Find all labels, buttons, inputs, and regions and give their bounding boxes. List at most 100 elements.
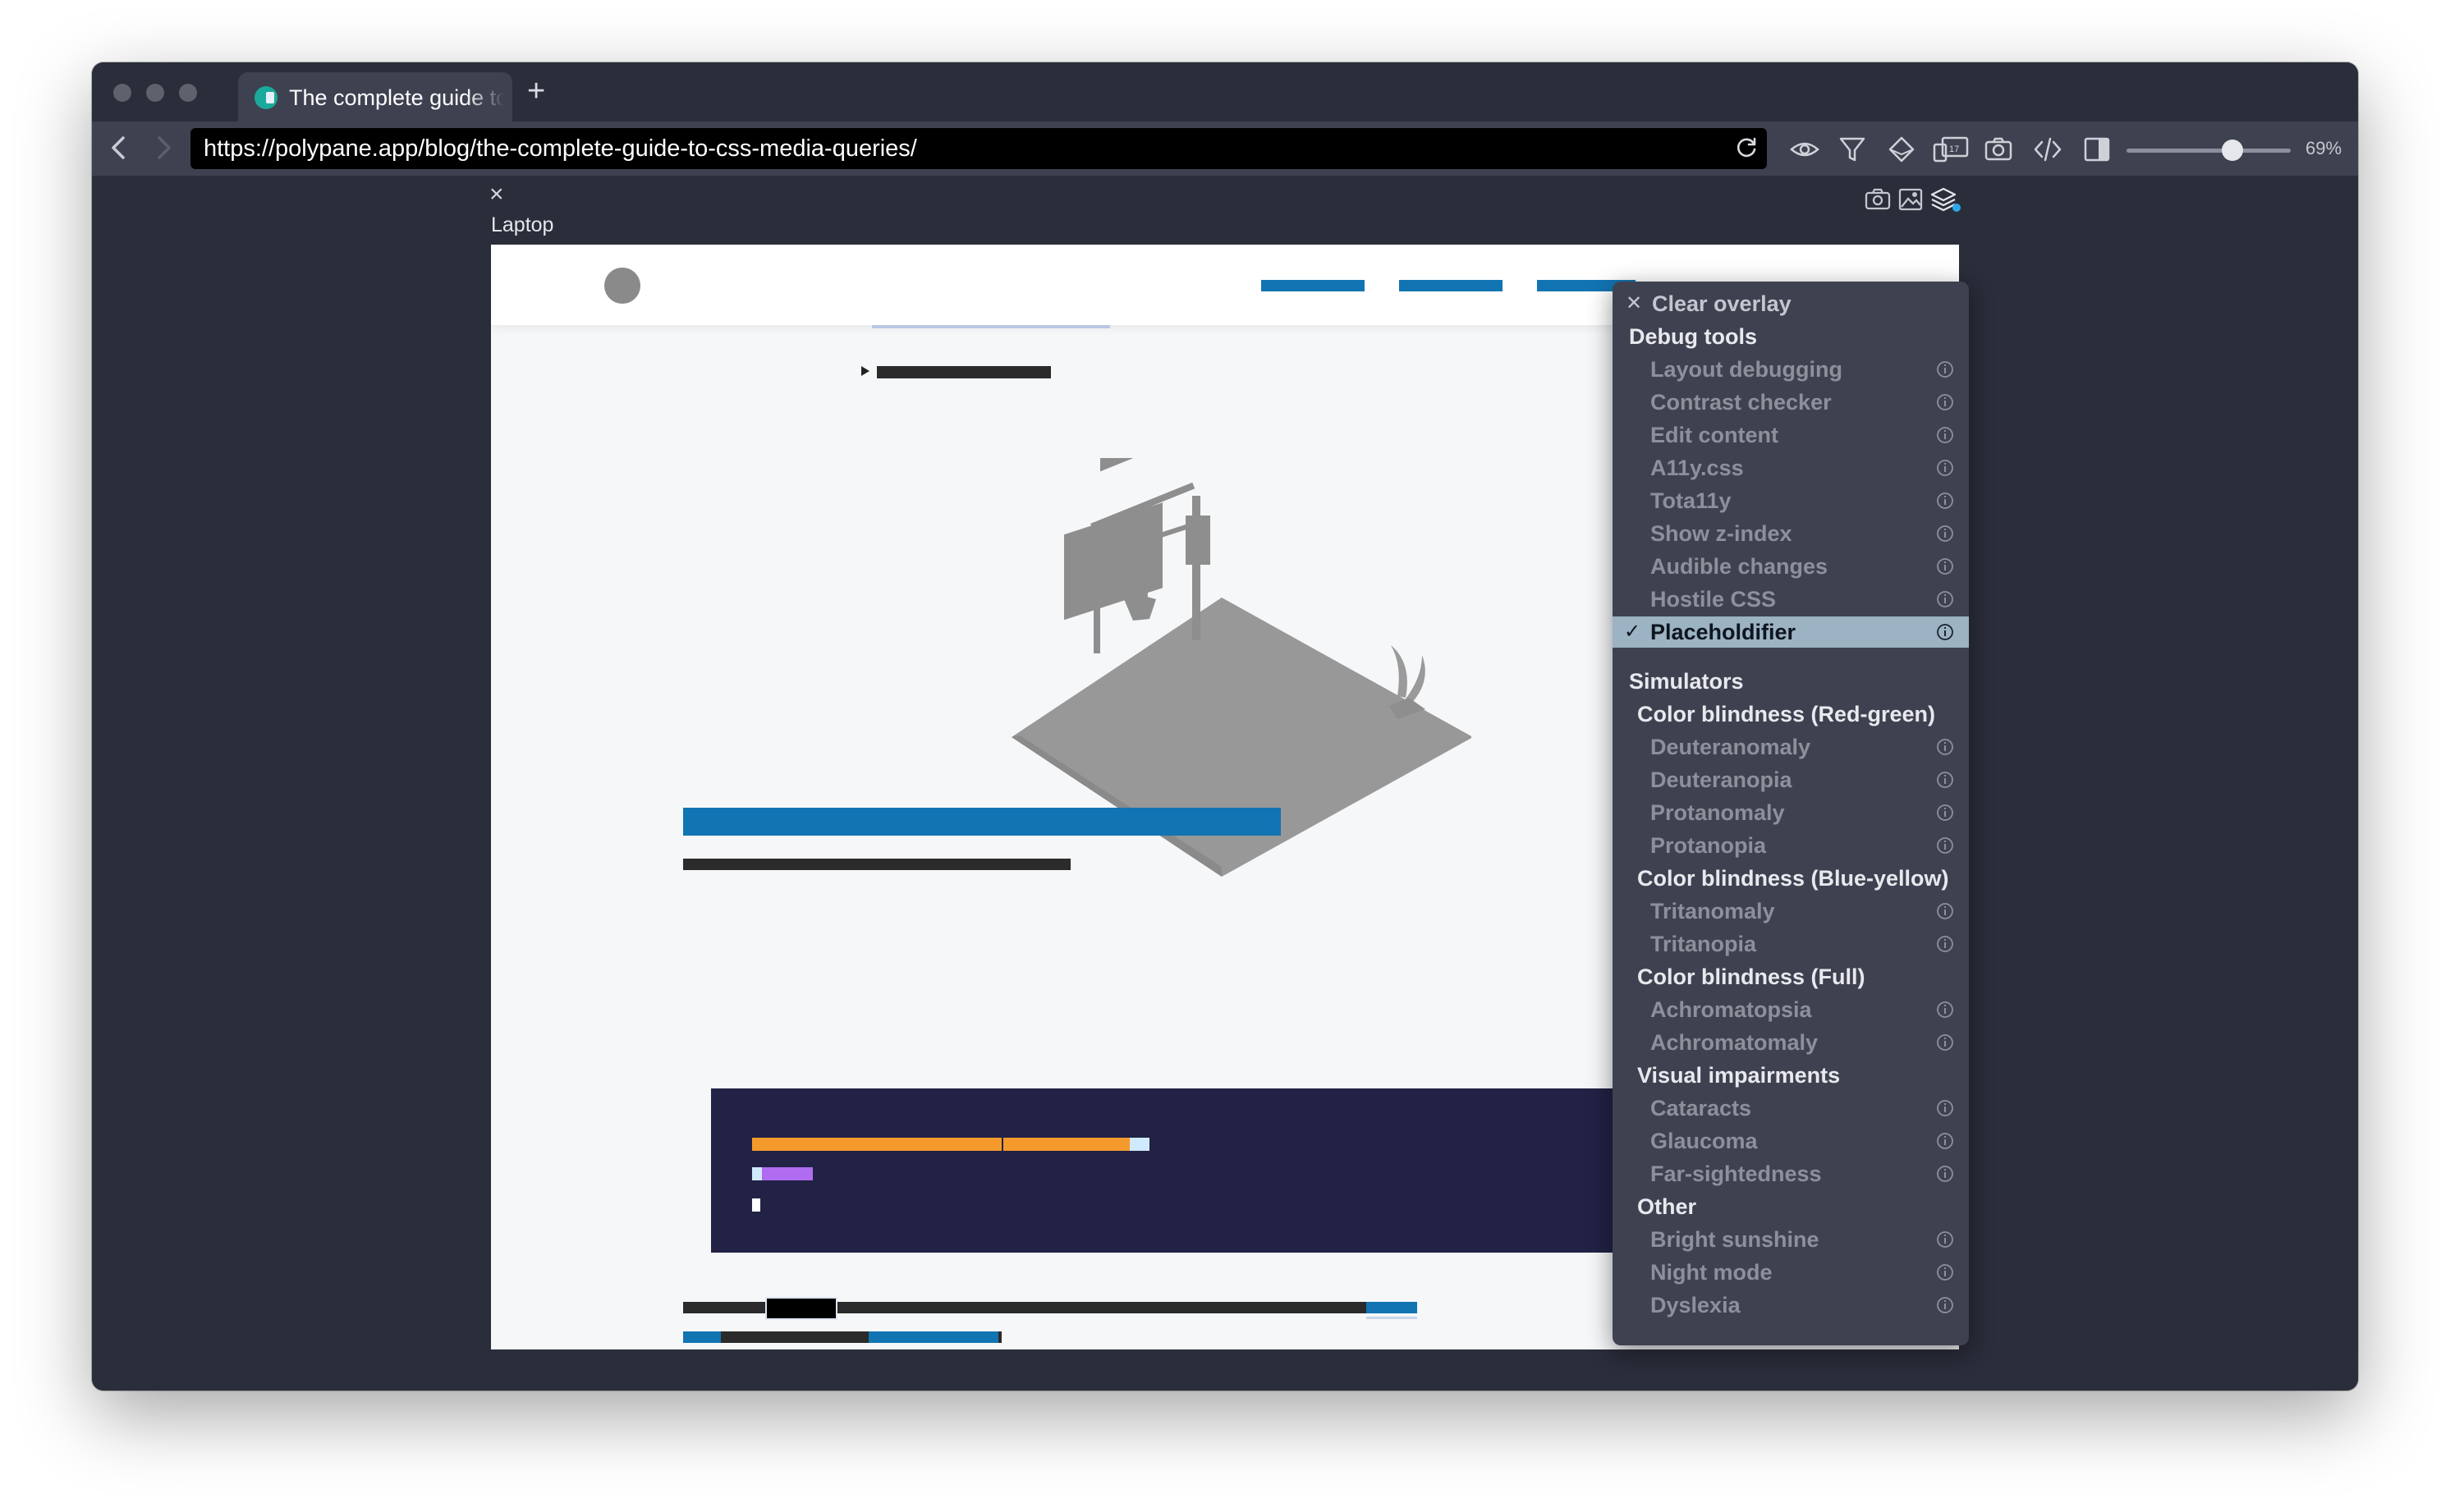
disclosure-triangle-icon[interactable] [859, 364, 872, 378]
link-underline [1366, 1317, 1417, 1319]
layers-icon[interactable] [1887, 135, 1916, 164]
zoom-level: 69% [2305, 138, 2342, 158]
menu-item-a11y-css[interactable]: A11y.css [1613, 452, 1969, 483]
menu-item-audible-changes[interactable]: Audible changes [1613, 551, 1969, 582]
info-icon[interactable] [1936, 360, 1954, 378]
menu-item-contrast-checker[interactable]: Contrast checker [1613, 387, 1969, 418]
menu-item-layout-debugging[interactable]: Layout debugging [1613, 354, 1969, 385]
reload-icon[interactable] [1734, 136, 1759, 161]
screenshot-icon[interactable] [1864, 186, 1892, 213]
code-block-placeholder [711, 1088, 1655, 1253]
menu-item-label: Achromatopsia [1650, 997, 1812, 1022]
eye-icon[interactable] [1790, 135, 1819, 164]
info-icon[interactable] [1936, 902, 1954, 920]
info-icon[interactable] [1936, 771, 1954, 789]
summary-text-placeholder[interactable] [877, 366, 1051, 378]
info-icon[interactable] [1936, 1033, 1954, 1052]
minimize-window-button[interactable] [146, 84, 164, 102]
info-icon[interactable] [1936, 1099, 1954, 1117]
browser-window: The complete guide to CSS media queries … [92, 62, 2358, 1391]
info-icon[interactable] [1936, 836, 1954, 855]
menu-item-glaucoma[interactable]: Glaucoma [1613, 1125, 1969, 1157]
menu-item-protanopia[interactable]: Protanopia [1613, 830, 1969, 861]
forward-icon[interactable] [146, 131, 179, 164]
menu-item-deuteranomaly[interactable]: Deuteranomaly [1613, 731, 1969, 763]
nav-link-placeholder[interactable] [1399, 280, 1503, 291]
address-bar[interactable]: https://polypane.app/blog/the-complete-g… [190, 128, 1767, 169]
info-icon[interactable] [1936, 525, 1954, 543]
menu-item-protanomaly[interactable]: Protanomaly [1613, 797, 1969, 828]
devices-icon[interactable]: 17 [1933, 135, 1971, 164]
info-icon[interactable] [1936, 1296, 1954, 1314]
info-icon[interactable] [1936, 590, 1954, 608]
menu-item-label: Deuteranomaly [1650, 735, 1811, 759]
menu-item-deuteranopia[interactable]: Deuteranopia [1613, 764, 1969, 795]
info-icon[interactable] [1936, 557, 1954, 575]
info-icon[interactable] [1936, 1165, 1954, 1183]
menu-item-tritanopia[interactable]: Tritanopia [1613, 928, 1969, 960]
link-placeholder[interactable] [1366, 1302, 1417, 1313]
group-heading-row: Color blindness (Blue-yellow) [1613, 863, 1969, 894]
info-icon[interactable] [1936, 935, 1954, 953]
info-icon[interactable] [1936, 426, 1954, 444]
menu-item-tritanomaly[interactable]: Tritanomaly [1613, 896, 1969, 927]
info-icon[interactable] [1936, 1230, 1954, 1249]
group-heading-blue-yellow: Color blindness (Blue-yellow) [1637, 866, 1949, 891]
info-icon[interactable] [1936, 623, 1954, 641]
info-icon[interactable] [1936, 393, 1954, 411]
group-heading-full: Color blindness (Full) [1637, 964, 1865, 989]
menu-item-cataracts[interactable]: Cataracts [1613, 1093, 1969, 1124]
sidebar-icon[interactable] [2082, 135, 2112, 164]
new-tab-button[interactable]: + [527, 76, 545, 107]
code-icon[interactable] [2033, 135, 2062, 164]
menu-item-label: Tritanopia [1650, 932, 1757, 956]
browser-tab[interactable]: The complete guide to CSS media queries [238, 72, 512, 121]
svg-text:17: 17 [1949, 144, 1959, 154]
inline-code-placeholder [765, 1297, 837, 1320]
menu-item-hostile-css[interactable]: Hostile CSS [1613, 584, 1969, 615]
code-line-placeholder [752, 1198, 760, 1212]
close-window-button[interactable] [113, 84, 131, 102]
menu-item-label: Night mode [1650, 1260, 1773, 1285]
close-pane-button[interactable]: × [489, 182, 504, 207]
code-line-placeholder [1003, 1138, 1130, 1151]
menu-item-placeholdifier[interactable]: ✓ Placeholdifier [1613, 616, 1969, 648]
menu-item-achromatopsia[interactable]: Achromatopsia [1613, 994, 1969, 1025]
menu-item-label: Achromatomaly [1650, 1030, 1819, 1055]
maximize-window-button[interactable] [179, 84, 197, 102]
group-heading-other: Other [1637, 1194, 1697, 1219]
menu-item-label: Dyslexia [1650, 1293, 1741, 1317]
info-icon[interactable] [1936, 492, 1954, 510]
code-line-placeholder [752, 1138, 1002, 1151]
menu-item-tota11y[interactable]: Tota11y [1613, 485, 1969, 516]
menu-item-edit-content[interactable]: Edit content [1613, 419, 1969, 451]
close-icon: ✕ [1626, 292, 1643, 314]
link-placeholder[interactable] [683, 1331, 721, 1343]
menu-item-far-sightedness[interactable]: Far-sightedness [1613, 1158, 1969, 1189]
info-icon[interactable] [1936, 459, 1954, 477]
camera-icon[interactable] [1984, 135, 2013, 164]
info-icon[interactable] [1936, 804, 1954, 822]
info-icon[interactable] [1936, 1001, 1954, 1019]
info-icon[interactable] [1936, 1132, 1954, 1150]
menu-item-dyslexia[interactable]: Dyslexia [1613, 1290, 1969, 1321]
zoom-slider[interactable] [2127, 149, 2291, 153]
subtitle-placeholder [683, 859, 1071, 870]
clear-overlay-item[interactable]: ✕ Clear overlay [1613, 288, 1969, 319]
menu-item-label: Tritanomaly [1650, 899, 1775, 923]
filter-icon[interactable] [1838, 135, 1867, 164]
info-icon[interactable] [1936, 1263, 1954, 1281]
link-placeholder[interactable] [869, 1331, 998, 1343]
back-icon[interactable] [103, 131, 136, 164]
menu-item-show-z-index[interactable]: Show z-index [1613, 518, 1969, 549]
nav-link-placeholder[interactable] [1261, 280, 1365, 291]
menu-item-achromatomaly[interactable]: Achromatomaly [1613, 1027, 1969, 1058]
zoom-slider-handle[interactable] [2222, 140, 2243, 161]
image-icon[interactable] [1897, 186, 1925, 213]
site-logo-placeholder[interactable] [604, 268, 640, 304]
menu-item-night-mode[interactable]: Night mode [1613, 1257, 1969, 1288]
menu-item-label: Far-sightedness [1650, 1161, 1822, 1186]
menu-item-bright-sunshine[interactable]: Bright sunshine [1613, 1224, 1969, 1255]
info-icon[interactable] [1936, 738, 1954, 756]
overlay-icon[interactable] [1929, 186, 1962, 213]
